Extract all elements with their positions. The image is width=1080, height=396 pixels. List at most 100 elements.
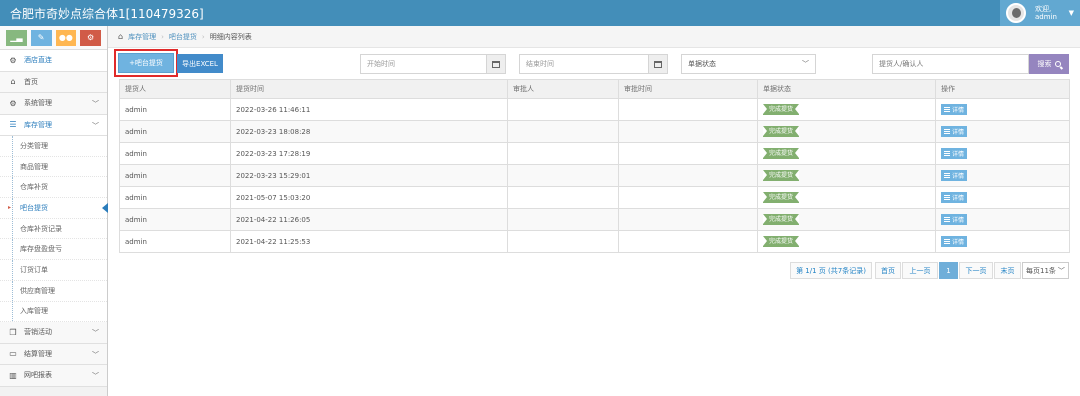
sidebar-subitem-restock[interactable]: 仓库补货 — [0, 177, 107, 199]
gift-icon: ❒ — [9, 327, 17, 337]
list-icon — [944, 239, 950, 244]
calendar-icon[interactable] — [486, 54, 506, 74]
detail-button[interactable]: 详情 — [941, 126, 968, 137]
sidebar-item-hotel-direct[interactable]: ⚙ 酒店直连 — [0, 50, 107, 72]
sidebar-subitem-stock-check[interactable]: 库存盘盈盘亏 — [0, 239, 107, 261]
cell-time: 2022-03-23 18:08:28 — [230, 120, 508, 143]
column-header[interactable]: 审批时间 — [618, 79, 758, 99]
first-page-button[interactable]: 首页 — [875, 262, 901, 279]
cell-approve-time — [618, 230, 758, 253]
detail-button[interactable]: 详情 — [941, 104, 968, 115]
sidebar-subitem-bar-pickup[interactable]: ▸ 吧台提货 — [0, 198, 108, 219]
pickup-table: 提货人 提货时间 审批人 审批时间 单据状态 操作 admin 2022-03-… — [119, 79, 1070, 253]
table-header-row: 提货人 提货时间 审批人 审批时间 单据状态 操作 — [119, 79, 1070, 99]
sidebar-subitem-label: 供应商管理 — [20, 286, 55, 295]
sidebar-item-system[interactable]: ⚙ 系统管理 ﹀ — [0, 93, 107, 115]
cell-person: admin — [119, 120, 231, 143]
bar-chart-icon: ▥ — [9, 370, 17, 380]
cell-status: 完成提货 — [757, 208, 936, 231]
chart-icon[interactable]: ▁▃ — [6, 30, 27, 46]
column-header: 操作 — [935, 79, 1070, 99]
home-icon: ⌂ — [118, 32, 124, 41]
calendar-icon[interactable] — [648, 54, 668, 74]
cell-approver — [507, 120, 619, 143]
cell-status: 完成提货 — [757, 142, 936, 165]
column-header[interactable]: 提货人 — [119, 79, 231, 99]
last-page-button[interactable]: 末页 — [994, 262, 1021, 279]
page-1-button[interactable]: 1 — [939, 262, 958, 279]
sidebar-item-reports[interactable]: ▥ 网吧报表 ﹀ — [0, 365, 107, 387]
sidebar-subitem-inbound[interactable]: 入库管理 — [0, 301, 107, 323]
sidebar-item-label: 酒店直连 — [24, 56, 52, 65]
sidebar-item-home[interactable]: ⌂ 首页 — [0, 71, 107, 93]
sidebar-item-settlement[interactable]: ▭ 结算管理 ﹀ — [0, 343, 107, 366]
detail-label: 详情 — [952, 151, 965, 158]
sidebar-subitem-label: 商品管理 — [20, 162, 48, 171]
app-title: 合肥市奇妙点综合体1[110479326] — [10, 7, 204, 21]
detail-label: 详情 — [952, 195, 965, 202]
start-time-input[interactable]: 开始时间 — [360, 54, 487, 74]
detail-button[interactable]: 详情 — [941, 148, 968, 159]
table-row: admin 2021-04-22 11:26:05 完成提货 详情 — [119, 208, 1070, 231]
cell-person: admin — [119, 186, 231, 209]
cell-action: 详情 — [935, 186, 1070, 209]
sidebar-item-marketing[interactable]: ❒ 营销活动 ﹀ — [0, 322, 107, 344]
detail-button[interactable]: 详情 — [941, 214, 968, 225]
person-search-input[interactable]: 提货人/确认人 — [872, 54, 1029, 74]
export-excel-button[interactable]: 导出EXCEL — [177, 54, 223, 73]
cell-person: admin — [119, 230, 231, 253]
list-icon — [944, 217, 950, 222]
column-header[interactable]: 审批人 — [507, 79, 619, 99]
sidebar-item-label: 系统管理 — [24, 99, 52, 108]
next-page-button[interactable]: 下一页 — [959, 262, 993, 279]
chevron-down-icon: ﹀ — [92, 121, 99, 130]
cell-approve-time — [618, 186, 758, 209]
cell-time: 2021-04-22 11:25:53 — [230, 230, 508, 253]
breadcrumb: ⌂ 库存管理 › 吧台提货 › 明细内容列表 — [108, 26, 1080, 48]
sidebar-subitem-goods[interactable]: 商品管理 — [0, 156, 107, 178]
sidebar-item-label: 首页 — [24, 77, 38, 86]
sidebar-subitem-category[interactable]: 分类管理 — [0, 136, 107, 157]
per-page-select[interactable]: 每页11条 ﹀ — [1022, 262, 1069, 279]
status-badge: 完成提货 — [763, 214, 800, 225]
detail-button[interactable]: 详情 — [941, 170, 968, 181]
user-menu[interactable]: 欢迎, admin ▼ — [1000, 0, 1080, 26]
list-icon — [944, 151, 950, 156]
sidebar-subitem-suppliers[interactable]: 供应商管理 — [0, 280, 107, 302]
search-button[interactable]: 搜索 — [1029, 54, 1069, 74]
pencil-icon[interactable]: ✎ — [30, 30, 52, 46]
column-header[interactable]: 提货时间 — [230, 79, 508, 99]
chevron-down-icon: ﹀ — [1057, 266, 1065, 275]
sidebar-subitem-label: 仓库补货 — [20, 183, 48, 192]
cell-action: 详情 — [935, 120, 1070, 143]
cell-time: 2021-05-07 15:03:20 — [230, 186, 508, 209]
detail-label: 详情 — [952, 217, 965, 224]
cell-action: 详情 — [935, 230, 1070, 253]
table-row: admin 2021-04-22 11:25:53 完成提货 详情 — [119, 230, 1070, 253]
end-time-input[interactable]: 结束时间 — [519, 54, 649, 74]
detail-button[interactable]: 详情 — [941, 236, 968, 247]
status-select[interactable]: 单据状态 ﹀ — [681, 54, 816, 74]
avatar — [1006, 3, 1026, 23]
detail-button[interactable]: 详情 — [941, 192, 968, 203]
cell-person: admin — [119, 98, 231, 121]
table-row: admin 2022-03-23 18:08:28 完成提货 详情 — [119, 120, 1070, 143]
cell-person: admin — [119, 142, 231, 165]
search-icon — [1054, 61, 1061, 67]
sidebar-subitem-restock-log[interactable]: 仓库补货记录 — [0, 218, 107, 240]
search-label: 搜索 — [1037, 60, 1052, 68]
users-icon[interactable]: ●● — [55, 30, 77, 46]
chevron-down-icon: ﹀ — [92, 100, 99, 108]
sidebar-subitem-orders[interactable]: 订货订单 — [0, 260, 107, 281]
breadcrumb-bar-pickup[interactable]: 吧台提货 — [169, 32, 197, 42]
prev-page-button[interactable]: 上一页 — [902, 262, 938, 279]
sidebar-item-inventory[interactable]: ☰ 库存管理 ﹀ — [0, 114, 107, 136]
cell-status: 完成提货 — [757, 164, 936, 187]
cell-approver — [507, 208, 619, 231]
cogs-icon[interactable]: ⚙ — [80, 30, 101, 46]
cell-time: 2021-04-22 11:26:05 — [230, 208, 508, 231]
sidebar-item-label: 营销活动 — [24, 328, 52, 337]
breadcrumb-inventory[interactable]: 库存管理 — [128, 32, 156, 42]
table-row: admin 2021-05-07 15:03:20 完成提货 详情 — [119, 186, 1070, 209]
column-header[interactable]: 单据状态 — [757, 79, 936, 99]
